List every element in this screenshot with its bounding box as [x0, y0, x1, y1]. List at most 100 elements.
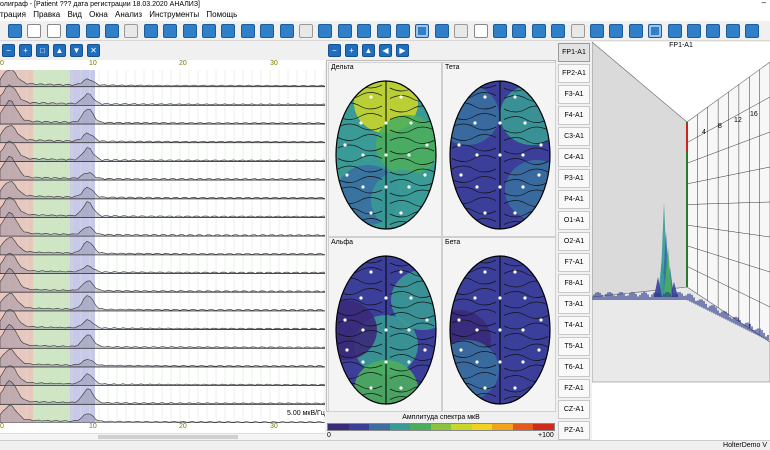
forward-icon[interactable]	[337, 24, 352, 38]
map-theta[interactable]: Тета	[442, 62, 556, 237]
channel-button-fp2-a1[interactable]: FP2-A1	[558, 64, 590, 83]
target-icon[interactable]	[512, 24, 527, 38]
main-toolbar	[0, 21, 770, 41]
map-label: Дельта	[331, 64, 354, 71]
zoom-fit-icon[interactable]: □	[36, 44, 49, 57]
chart-icon[interactable]	[202, 24, 216, 38]
stop-icon[interactable]	[299, 24, 313, 38]
electrode-dot	[475, 153, 479, 157]
zoom-out-icon[interactable]: −	[328, 44, 341, 57]
check-icon[interactable]	[590, 24, 604, 38]
channel-button-f8-a1[interactable]: F8-A1	[558, 274, 590, 293]
channel-button-p3-a1[interactable]: P3-A1	[558, 169, 590, 188]
electrode-dot	[537, 348, 541, 352]
map-alpha[interactable]: Альфа	[328, 237, 442, 412]
channel-button-pz-a1[interactable]: PZ-A1	[558, 421, 590, 440]
channel-button-f7-a1[interactable]: F7-A1	[558, 253, 590, 272]
plot-3d-tick: 4	[702, 129, 706, 136]
electrode-dot	[513, 270, 517, 274]
plot-3d-panel[interactable]: FP1-A1 4 8 12 16	[592, 42, 770, 440]
channel-button-o1-a1[interactable]: O1-A1	[558, 211, 590, 230]
image-icon[interactable]	[240, 24, 255, 38]
channel-button-o2-a1[interactable]: O2-A1	[558, 232, 590, 251]
channel-button-fp1-a1[interactable]: FP1-A1	[558, 43, 590, 62]
electrode-dot	[369, 270, 373, 274]
electrode-dot	[473, 296, 477, 300]
zoom-icon[interactable]	[667, 24, 682, 38]
comment-icon[interactable]	[260, 24, 275, 38]
calendar-icon[interactable]	[85, 24, 100, 38]
wave-icon[interactable]	[357, 24, 372, 38]
chat-icon[interactable]	[279, 24, 294, 38]
channel-button-fz-a1[interactable]: FZ-A1	[558, 379, 590, 398]
zoom-in-icon[interactable]: +	[345, 44, 358, 57]
menu-item-edit[interactable]: Правка	[33, 10, 60, 19]
channel-button-p4-a1[interactable]: P4-A1	[558, 190, 590, 209]
map-beta[interactable]: Бета	[442, 237, 556, 412]
channel-button-t3-a1[interactable]: T3-A1	[558, 295, 590, 314]
mail-icon[interactable]	[124, 24, 139, 38]
menu-item-help[interactable]: Помощь	[206, 10, 237, 19]
panel-icon[interactable]	[706, 24, 721, 38]
arrow-down-icon[interactable]: ▼	[70, 44, 83, 57]
arrow-right-icon[interactable]: ▶	[396, 44, 409, 57]
menu-item-view[interactable]: Вид	[67, 10, 81, 19]
grid-icon[interactable]	[8, 24, 22, 38]
scrollbar-thumb[interactable]	[98, 435, 238, 439]
wrench-icon[interactable]: ✕	[87, 44, 100, 57]
legend-swatch	[348, 424, 370, 430]
menu-item-registration[interactable]: трация	[0, 10, 26, 19]
page-icon[interactable]	[473, 24, 488, 38]
arrow-up-icon[interactable]: ▲	[53, 44, 66, 57]
electrode-dot	[498, 360, 502, 364]
channel-button-cz-a1[interactable]: CZ-A1	[558, 400, 590, 419]
electrode-dot	[459, 348, 463, 352]
channel-button-t6-a1[interactable]: T6-A1	[558, 358, 590, 377]
zoom-in-icon[interactable]: +	[19, 44, 32, 57]
user-icon[interactable]	[531, 24, 546, 38]
save-icon[interactable]	[27, 24, 42, 38]
play-icon[interactable]	[318, 24, 333, 38]
spectra-plot[interactable]	[0, 70, 325, 425]
settings-icon[interactable]	[143, 24, 158, 38]
map-delta[interactable]: Дельта	[328, 62, 442, 237]
camera-icon[interactable]	[221, 24, 236, 38]
tree-icon[interactable]	[551, 24, 566, 38]
electrode-dot	[473, 121, 477, 125]
electrode-dot	[513, 211, 517, 215]
channel-button-c3-a1[interactable]: C3-A1	[558, 127, 590, 146]
electrode-dot	[384, 328, 388, 332]
arrow-up-icon[interactable]: ▲	[362, 44, 375, 57]
minimize-button[interactable]: –	[762, 0, 766, 7]
list-icon[interactable]	[493, 24, 507, 38]
channel-button-f3-a1[interactable]: F3-A1	[558, 85, 590, 104]
channel-button-f4-a1[interactable]: F4-A1	[558, 106, 590, 125]
electrode-dot	[361, 328, 365, 332]
filter-icon[interactable]	[163, 24, 178, 38]
grid2-icon[interactable]	[454, 24, 469, 38]
print-icon[interactable]	[46, 24, 61, 38]
menu-item-analysis[interactable]: Анализ	[115, 10, 142, 19]
map-icon[interactable]	[376, 24, 391, 38]
wave2-icon[interactable]	[396, 24, 410, 38]
arrow-left-icon[interactable]: ◀	[379, 44, 392, 57]
horizontal-scrollbar[interactable]	[0, 433, 325, 440]
menu-item-tools[interactable]: Инструменты	[149, 10, 199, 19]
copy-icon[interactable]	[105, 24, 119, 38]
zoom-out-icon[interactable]: −	[2, 44, 15, 57]
open-icon[interactable]	[66, 24, 81, 38]
topo-icon[interactable]	[725, 24, 740, 38]
cube-icon[interactable]	[570, 24, 585, 38]
brain-icon[interactable]	[415, 24, 430, 38]
menu-item-windows[interactable]: Окна	[89, 10, 108, 19]
channel-button-t4-a1[interactable]: T4-A1	[558, 316, 590, 335]
leaf-icon[interactable]	[434, 24, 449, 38]
monitor-icon[interactable]	[628, 24, 643, 38]
channel-button-c4-a1[interactable]: C4-A1	[558, 148, 590, 167]
layers-icon[interactable]	[687, 24, 701, 38]
export2-icon[interactable]	[745, 24, 760, 38]
split-icon[interactable]	[648, 24, 663, 38]
channel-button-t5-a1[interactable]: T5-A1	[558, 337, 590, 356]
export-icon[interactable]	[182, 24, 197, 38]
table-icon[interactable]	[609, 24, 624, 38]
